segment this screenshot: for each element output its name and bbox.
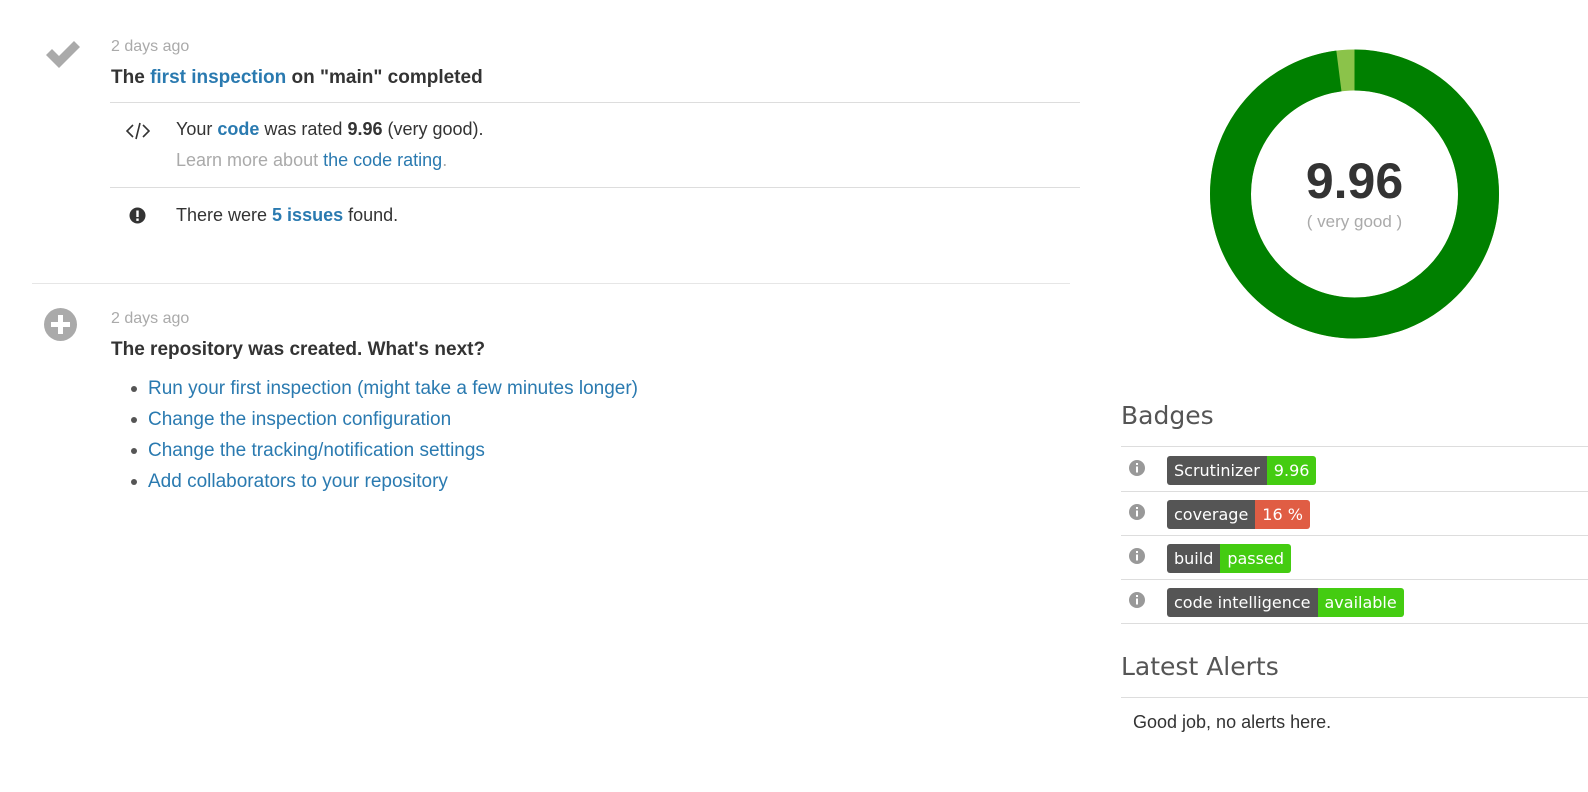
run-first-inspection-link[interactable]: Run your first inspection (might take a … [148,378,638,399]
list-item: Add collaborators to your repository [131,467,638,498]
code-link[interactable]: code [217,119,259,139]
checkmark-icon [44,38,82,75]
rating-score-label: ( very good ) [1306,212,1403,231]
no-alerts-message: Good job, no alerts here. [1133,712,1332,732]
inspection-config-link[interactable]: Change the inspection configuration [148,409,451,430]
issues-link[interactable]: 5 issues [272,205,343,225]
event-divider [32,283,1070,284]
rating-text: Your code was rated 9.96 (very good). [176,114,484,145]
badge-label: Scrutinizer [1167,456,1267,485]
code-intelligence-badge[interactable]: code intelligence available [1167,588,1404,617]
learn-more-text: Learn more about the code rating. [176,145,447,176]
rating-score-value: 9.96 [1305,153,1404,209]
issues-prefix: There were [176,205,273,225]
list-item: Change the tracking/notification setting… [131,436,638,467]
badge-label: code intelligence [1167,588,1318,617]
issues-row: There were 5 issues found. [110,187,1080,244]
code-rating-link[interactable]: the code rating [323,150,442,170]
info-icon[interactable] [1129,460,1145,481]
badges-heading: Badges [1121,401,1214,430]
rating-middle: was rated [259,119,348,139]
badge-label: coverage [1167,500,1256,529]
badge-row-coverage: coverage 16 % [1121,491,1588,536]
event-title-suffix: on "main" completed [286,67,483,88]
code-icon [125,122,151,145]
issues-suffix: found. [343,205,399,225]
event-timestamp: 2 days ago [111,310,190,327]
learn-more-prefix: Learn more about [176,150,324,170]
alerts-divider [1121,697,1588,698]
badge-value: 9.96 [1266,456,1317,485]
first-inspection-link[interactable]: first inspection [150,67,286,88]
rating-prefix: Your [176,119,218,139]
rating-score: 9.96 [347,119,383,139]
badge-row-scrutinizer: Scrutinizer 9.96 [1121,447,1588,492]
badge-label: build [1167,544,1221,573]
info-icon[interactable] [1129,592,1145,613]
add-collaborators-link[interactable]: Add collaborators to your repository [148,471,448,492]
badge-value: available [1317,588,1404,617]
next-steps-list: Run your first inspection (might take a … [131,374,638,498]
info-icon[interactable] [1129,548,1145,569]
build-badge[interactable]: build passed [1167,544,1291,573]
list-item: Run your first inspection (might take a … [131,374,638,405]
latest-alerts-heading: Latest Alerts [1121,652,1279,681]
learn-more-suffix: . [442,150,448,170]
issues-text: There were 5 issues found. [176,200,398,231]
info-icon[interactable] [1129,504,1145,525]
scrutinizer-badge[interactable]: Scrutinizer 9.96 [1167,456,1317,485]
badge-value: passed [1220,544,1291,573]
event-timestamp: 2 days ago [111,38,190,55]
rating-row: Your code was rated 9.96 (very good). Le… [110,102,1080,189]
badge-row-build: build passed [1121,535,1588,580]
badge-row-code-intelligence: code intelligence available [1121,579,1588,624]
coverage-badge[interactable]: coverage 16 % [1167,500,1310,529]
exclamation-circle-icon [129,207,146,229]
event-title-prefix: The [111,67,151,88]
rating-suffix: (very good). [382,119,484,139]
plus-circle-icon [44,308,77,346]
event-title: The repository was created. What's next? [111,339,486,360]
tracking-settings-link[interactable]: Change the tracking/notification setting… [148,440,485,461]
list-item: Change the inspection configuration [131,405,638,436]
event-title: The first inspection on "main" completed [111,67,483,89]
badge-value: 16 % [1255,500,1310,529]
